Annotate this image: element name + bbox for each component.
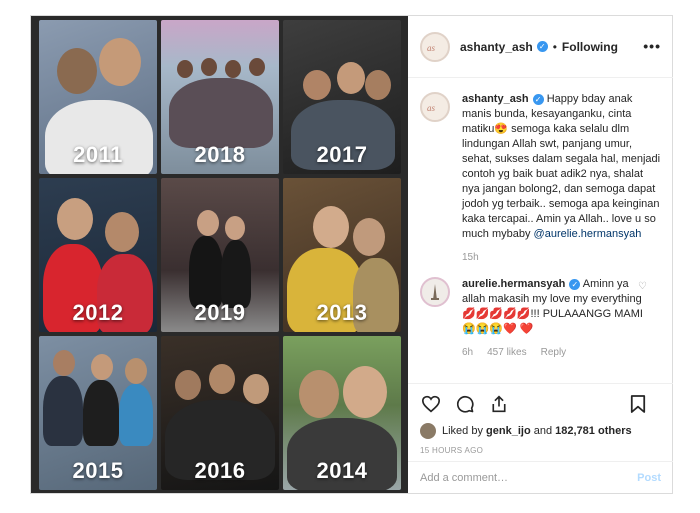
- photo-year-label: 2016: [194, 458, 246, 483]
- reply-age: 6h: [462, 347, 474, 358]
- avatar-logo-icon: as: [427, 103, 436, 113]
- liker-username[interactable]: genk_ijo: [486, 425, 531, 437]
- like-heart-icon[interactable]: [420, 393, 442, 415]
- person-figure: [353, 218, 385, 256]
- share-icon[interactable]: [488, 393, 510, 415]
- person-figure: [105, 212, 139, 252]
- post-sidebar: as ashanty_ash ✓ • Following ••• as asha…: [408, 16, 673, 493]
- collage-tile-2012: 2012: [39, 178, 157, 332]
- avatar-tower-icon: [431, 284, 439, 300]
- person-figure: [303, 70, 331, 100]
- photo-year-label: 2014: [316, 458, 368, 483]
- collage-tile-2018: 2018: [161, 20, 279, 174]
- person-figure: [91, 354, 113, 380]
- person-figure: [169, 78, 273, 148]
- collage-tile-2014: 2014: [283, 336, 401, 490]
- person-figure: [177, 60, 193, 78]
- save-bookmark-icon[interactable]: [627, 393, 649, 415]
- collage-tile-2011: 2011: [39, 20, 157, 174]
- person-figure: [83, 380, 119, 446]
- post-modal: 2011 2018 2017 2012 2019 2013 2015 2016 …: [30, 15, 673, 494]
- photo-year-label: 2017: [316, 142, 368, 167]
- person-figure: [225, 60, 241, 78]
- svg-text:as: as: [427, 43, 436, 53]
- person-figure: [57, 48, 97, 94]
- person-figure: [119, 384, 153, 446]
- likes-summary: Liked by genk_ijo and 182,781 others: [420, 423, 661, 439]
- collage-tile-2016: 2016: [161, 336, 279, 490]
- person-figure: [53, 350, 75, 376]
- caption-meta: 15h: [462, 250, 661, 265]
- likes-prefix: Liked by: [442, 425, 483, 437]
- person-figure: [189, 236, 223, 308]
- photo-year-label: 2013: [316, 300, 368, 325]
- person-figure: [299, 370, 339, 418]
- person-figure: [57, 198, 93, 240]
- avatar-logo-icon: as: [427, 43, 436, 53]
- caption-age: 15h: [462, 252, 479, 263]
- comment-bubble-icon[interactable]: [454, 393, 476, 415]
- verified-badge-icon: ✓: [536, 41, 548, 52]
- person-figure: [313, 206, 349, 248]
- caption-mention-link[interactable]: @aurelie.hermansyah: [534, 228, 642, 240]
- caption-body: ashanty_ash ✓ Happy bday anak manis bunda…: [462, 92, 661, 265]
- person-figure: [43, 376, 83, 446]
- person-figure: [201, 58, 217, 76]
- reply-body: aurelie.hermansyah ✓ Aminn ya allah makas…: [462, 277, 661, 360]
- photo-year-label: 2011: [73, 142, 123, 167]
- person-figure: [221, 240, 251, 308]
- person-figure: [197, 210, 219, 236]
- like-comment-heart-icon[interactable]: ♡: [638, 281, 647, 292]
- collage-tile-2019: 2019: [161, 178, 279, 332]
- post-photo[interactable]: 2011 2018 2017 2012 2019 2013 2015 2016 …: [31, 16, 408, 493]
- person-figure: [99, 38, 141, 86]
- verified-badge-icon: ✓: [569, 278, 581, 290]
- post-comment-button[interactable]: Post: [637, 472, 661, 484]
- photo-year-label: 2019: [194, 300, 246, 325]
- likes-count[interactable]: 182,781 others: [555, 425, 631, 437]
- post-actions: [408, 383, 673, 423]
- person-figure: [243, 374, 269, 404]
- svg-text:as: as: [427, 103, 436, 113]
- caption-text: Happy bday anak manis bunda, kesayangank…: [462, 93, 661, 240]
- collage-tile-2017: 2017: [283, 20, 401, 174]
- person-figure: [125, 358, 147, 384]
- person-figure: [337, 62, 365, 94]
- avatar[interactable]: as: [420, 31, 450, 62]
- photo-year-label: 2015: [72, 458, 124, 483]
- photo-collage-grid: 2011 2018 2017 2012 2019 2013 2015 2016 …: [39, 20, 401, 490]
- post-author-username[interactable]: ashanty_ash: [460, 40, 533, 54]
- add-comment-input[interactable]: Add a comment…: [420, 472, 637, 484]
- reply-button[interactable]: Reply: [541, 345, 567, 360]
- separator-dot: •: [552, 39, 557, 54]
- reply-meta: 6h 457 likes Reply: [462, 345, 643, 360]
- reply-username[interactable]: aurelie.hermansyah: [462, 278, 565, 290]
- person-figure: [249, 58, 265, 76]
- person-figure: [175, 370, 201, 400]
- caption-username[interactable]: ashanty_ash: [462, 93, 529, 105]
- collage-tile-2013: 2013: [283, 178, 401, 332]
- following-button[interactable]: Following: [562, 40, 618, 54]
- person-figure: [225, 216, 245, 240]
- reply-likes[interactable]: 457 likes: [487, 345, 526, 360]
- add-comment-bar: Add a comment… Post: [408, 461, 673, 493]
- likes-suffix: and: [533, 425, 553, 437]
- post-timestamp[interactable]: 15 HOURS AGO: [420, 446, 483, 455]
- avatar[interactable]: [420, 277, 450, 307]
- post-header: as ashanty_ash ✓ • Following •••: [408, 16, 673, 78]
- person-figure: [365, 70, 391, 100]
- more-options-icon[interactable]: •••: [643, 38, 661, 54]
- comments-list[interactable]: as ashanty_ash ✓ Happy bday anak manis bu…: [408, 78, 673, 383]
- person-figure: [209, 364, 235, 394]
- liker-avatar[interactable]: [420, 423, 436, 439]
- photo-year-label: 2018: [194, 142, 246, 167]
- photo-year-label: 2012: [72, 300, 124, 325]
- caption-comment: as ashanty_ash ✓ Happy bday anak manis bu…: [420, 92, 661, 265]
- person-figure: [343, 366, 387, 418]
- reply-comment: aurelie.hermansyah ✓ Aminn ya allah makas…: [420, 277, 661, 360]
- collage-tile-2015: 2015: [39, 336, 157, 490]
- avatar[interactable]: as: [420, 92, 450, 122]
- verified-badge-icon: ✓: [532, 93, 544, 105]
